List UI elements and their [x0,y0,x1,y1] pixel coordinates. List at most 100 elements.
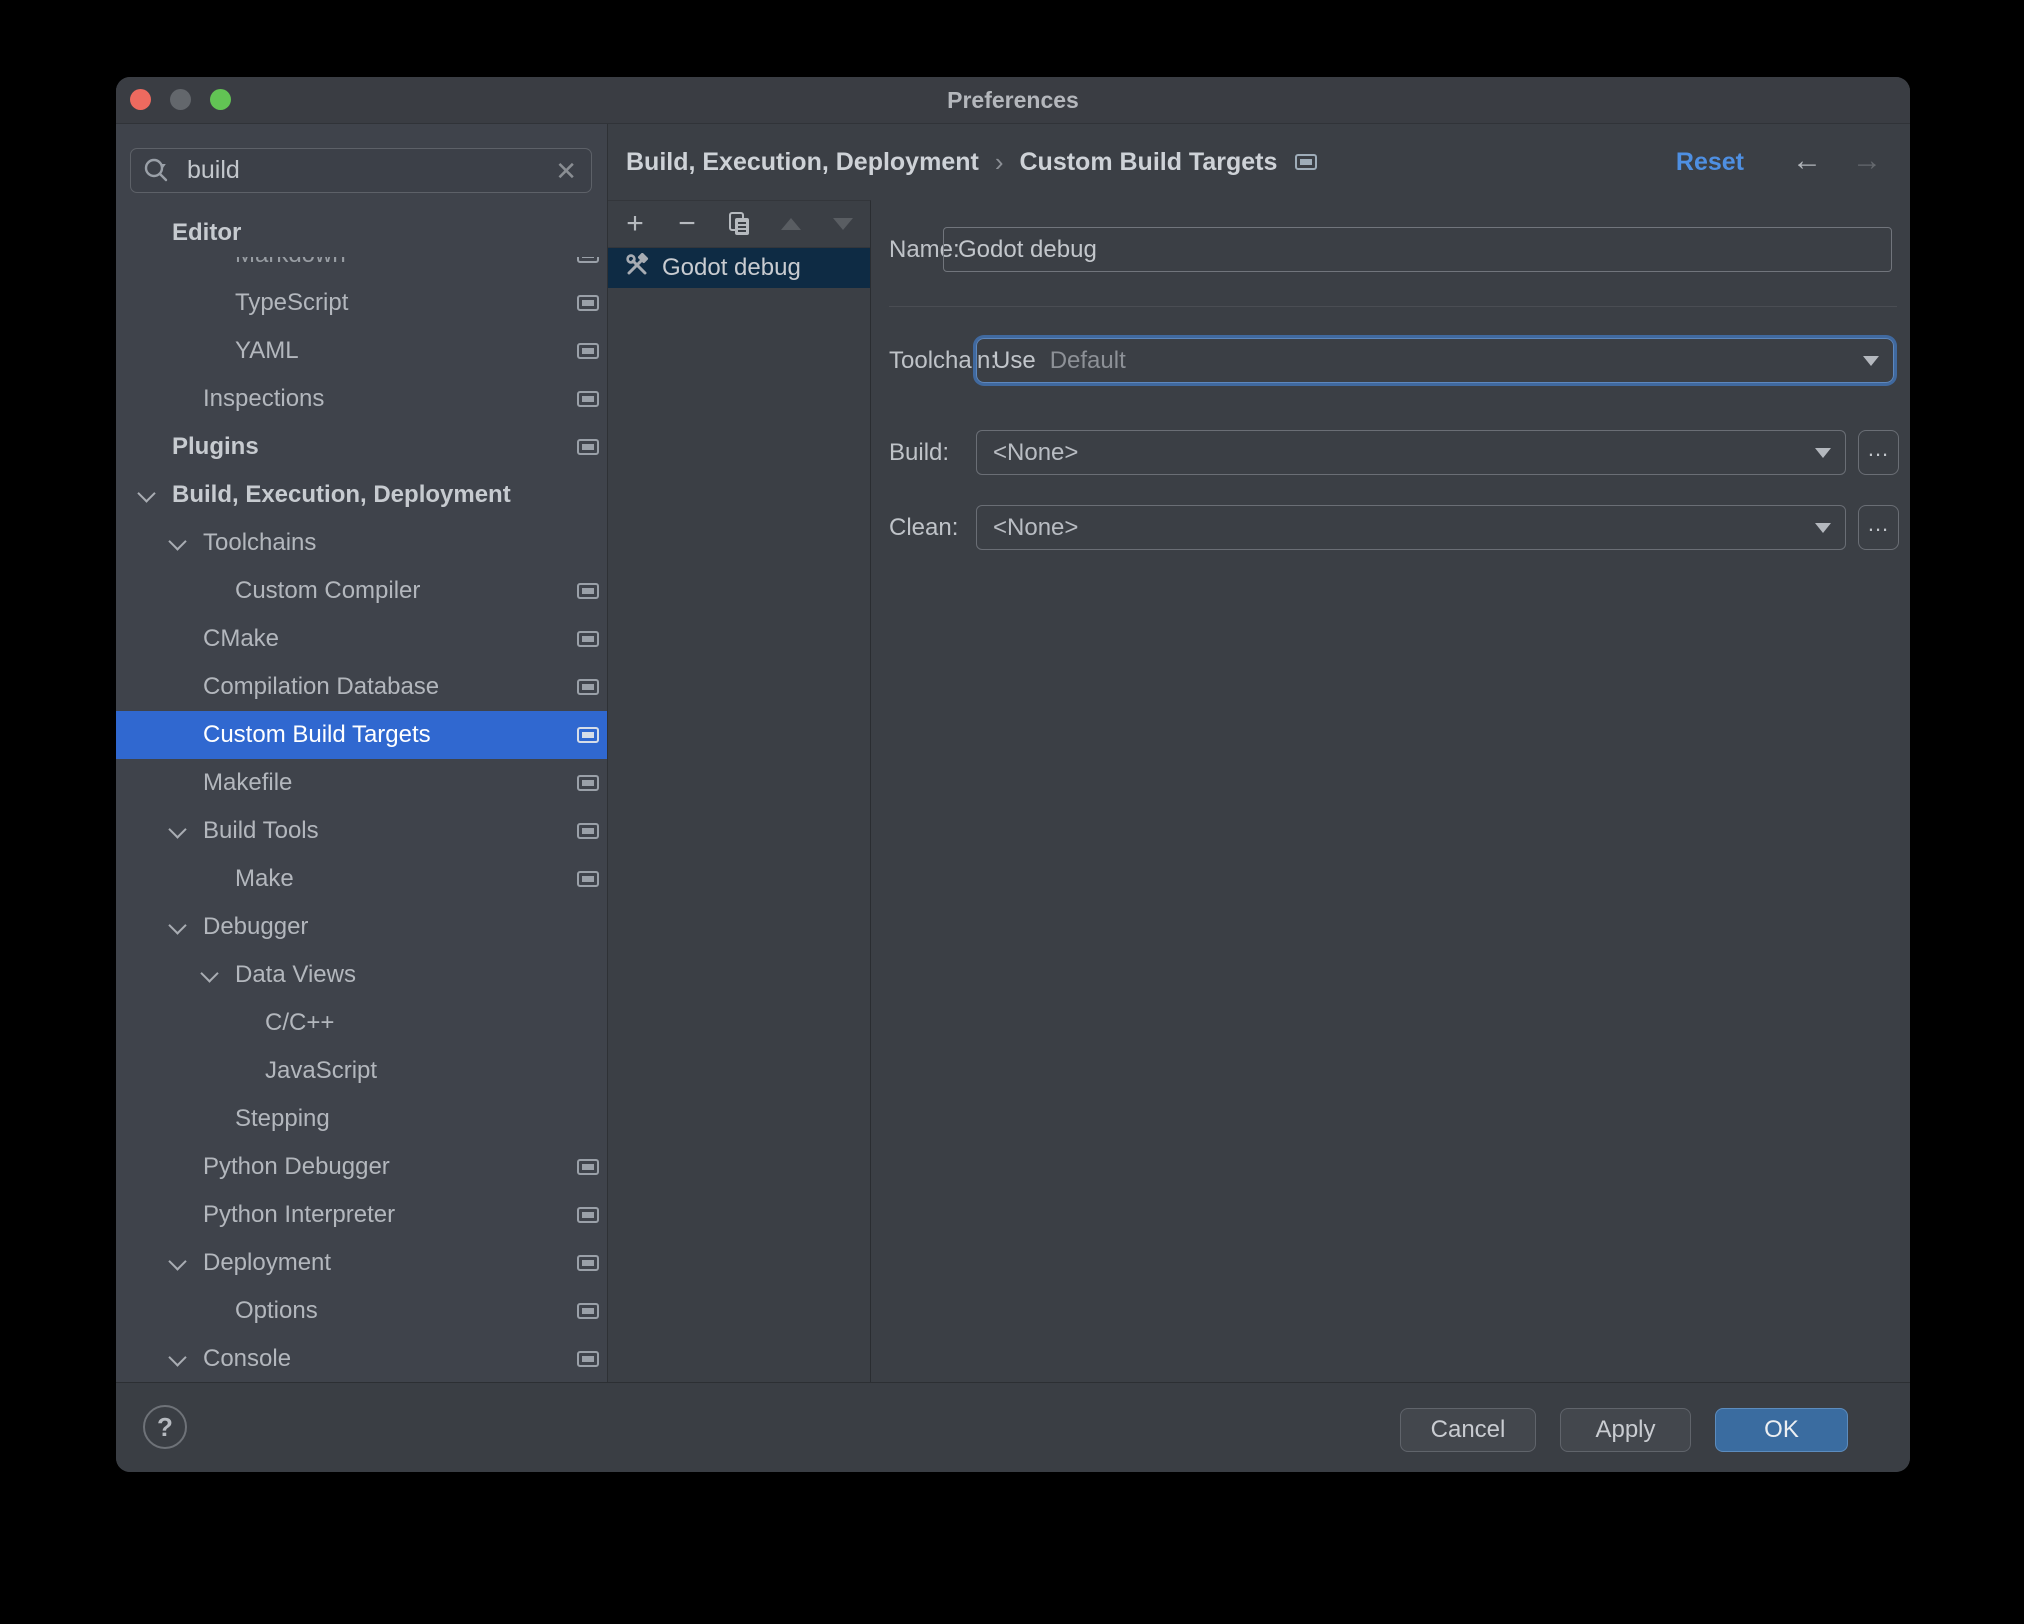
back-arrow-icon[interactable]: ← [1792,124,1822,200]
tree-item-label: YAML [235,337,299,364]
tree-item-deployment[interactable]: Deployment [116,1239,607,1287]
chevron-down-icon[interactable] [200,964,219,983]
screen-icon [577,871,599,887]
divider [889,306,1897,307]
tree-item-toolchains[interactable]: Toolchains [116,519,607,567]
toolchain-use-text: Use [993,346,1036,374]
tree-item-options[interactable]: Options [116,1287,607,1335]
tree-item-label: Custom Compiler [235,577,421,604]
target-list-item[interactable]: Godot debug [608,248,870,288]
tree-item-label: Deployment [203,1249,332,1276]
tree-item-editor[interactable]: Editor [116,209,607,257]
tree-item-console[interactable]: Console [116,1335,607,1383]
tree-item-makefile[interactable]: Makefile [116,759,607,807]
tree-item-typescript[interactable]: TypeScript [116,279,607,327]
add-button[interactable]: + [622,209,648,239]
tree-item-make[interactable]: Make [116,855,607,903]
tree-item-yaml[interactable]: YAML [116,327,607,375]
duplicate-button[interactable] [726,211,752,237]
tree-item-python-interpreter[interactable]: Python Interpreter [116,1191,607,1239]
tree-item-build-execution-deployment[interactable]: Build, Execution, Deployment [116,471,607,519]
chevron-down-icon[interactable] [168,820,187,839]
build-dropdown[interactable]: <None> [976,430,1846,475]
tree-item-label: Console [203,1345,292,1372]
search-icon [143,157,173,185]
build-label: Build: [889,439,950,466]
screen-icon [1295,154,1318,170]
tree-item-custom-compiler[interactable]: Custom Compiler [116,567,607,615]
name-field[interactable] [943,227,1892,272]
screen-icon [577,439,599,455]
screen-icon [577,727,599,743]
settings-search-box[interactable]: ✕ [130,148,592,193]
tree-item-cmake[interactable]: CMake [116,615,607,663]
tree-item-javascript[interactable]: JavaScript [116,1047,607,1095]
dialog-footer: ? Cancel Apply OK [116,1382,1910,1472]
preferences-dialog: Preferences ✕ Editor Markdown TypeScript [116,77,1910,1472]
breadcrumb-segment[interactable]: Build, Execution, Deployment [626,148,979,177]
forward-arrow-icon: → [1852,144,1882,177]
tree-item-c-c-[interactable]: C/C++ [116,999,607,1047]
tree-item-label: Custom Build Targets [203,721,431,748]
build-tools-icon [624,252,650,284]
tree-item-label: Editor [172,219,242,246]
tree-item-python-debugger[interactable]: Python Debugger [116,1143,607,1191]
tree-item-plugins[interactable]: Plugins [116,423,607,471]
breadcrumb-separator: › [994,146,1004,177]
screen-icon [577,631,599,647]
apply-button[interactable]: Apply [1560,1408,1691,1452]
move-up-button [778,211,804,237]
tree-item-label: CMake [203,625,280,652]
chevron-down-icon[interactable] [168,1348,187,1367]
tree-item-label: Make [235,865,294,892]
tree-item-label: Python Interpreter [203,1201,396,1228]
window-title: Preferences [947,87,1079,113]
targets-toolbar: + − [608,201,870,248]
titlebar: Preferences [116,77,1910,124]
clean-value-text: <None> [993,513,1079,541]
screen-icon [577,679,599,695]
tree-item-data-views[interactable]: Data Views [116,951,607,999]
toolchain-value-text: Default [1049,346,1126,374]
remove-button[interactable]: − [674,209,700,239]
help-button[interactable]: ? [143,1405,187,1449]
clean-browse-button[interactable]: ... [1858,505,1899,550]
tree-item-inspections[interactable]: Inspections [116,375,607,423]
build-browse-button[interactable]: ... [1858,430,1899,475]
target-name: Godot debug [662,254,801,281]
tree-item-label: C/C++ [265,1009,335,1036]
reset-link[interactable]: Reset [1676,124,1744,200]
chevron-down-icon [1815,523,1831,533]
cancel-button[interactable]: Cancel [1400,1408,1536,1452]
settings-header: Build, Execution, Deployment › Custom Bu… [608,124,1910,200]
screen-icon [577,1159,599,1175]
clean-dropdown[interactable]: <None> [976,505,1846,550]
chevron-down-icon[interactable] [137,484,156,503]
tree-item-debugger[interactable]: Debugger [116,903,607,951]
tree-item-label: Options [235,1297,318,1324]
tree-item-build-tools[interactable]: Build Tools [116,807,607,855]
screen-icon [577,1303,599,1319]
chevron-down-icon [1815,448,1831,458]
clear-search-icon[interactable]: ✕ [553,158,579,184]
tree-item-label: Data Views [235,961,356,988]
build-targets-panel: + − Godot debug [608,200,871,1383]
screen-icon [577,1207,599,1223]
chevron-down-icon[interactable] [168,532,187,551]
toolchain-dropdown[interactable]: Use Default [976,338,1894,383]
chevron-down-icon[interactable] [168,916,187,935]
move-down-button [830,211,856,237]
screen-icon [577,823,599,839]
tree-item-label: Inspections [203,385,325,412]
tree-item-compilation-database[interactable]: Compilation Database [116,663,607,711]
tree-item-stepping[interactable]: Stepping [116,1095,607,1143]
targets-list: Godot debug [608,248,870,288]
ok-button[interactable]: OK [1715,1408,1848,1452]
search-input[interactable] [185,155,554,186]
tree-item-label: Stepping [235,1105,330,1132]
tree-item-label: JavaScript [265,1057,378,1084]
clean-label: Clean: [889,514,959,541]
chevron-down-icon[interactable] [168,1252,187,1271]
tree-item-label: Build Tools [203,817,319,844]
tree-item-custom-build-targets[interactable]: Custom Build Targets [116,711,607,759]
